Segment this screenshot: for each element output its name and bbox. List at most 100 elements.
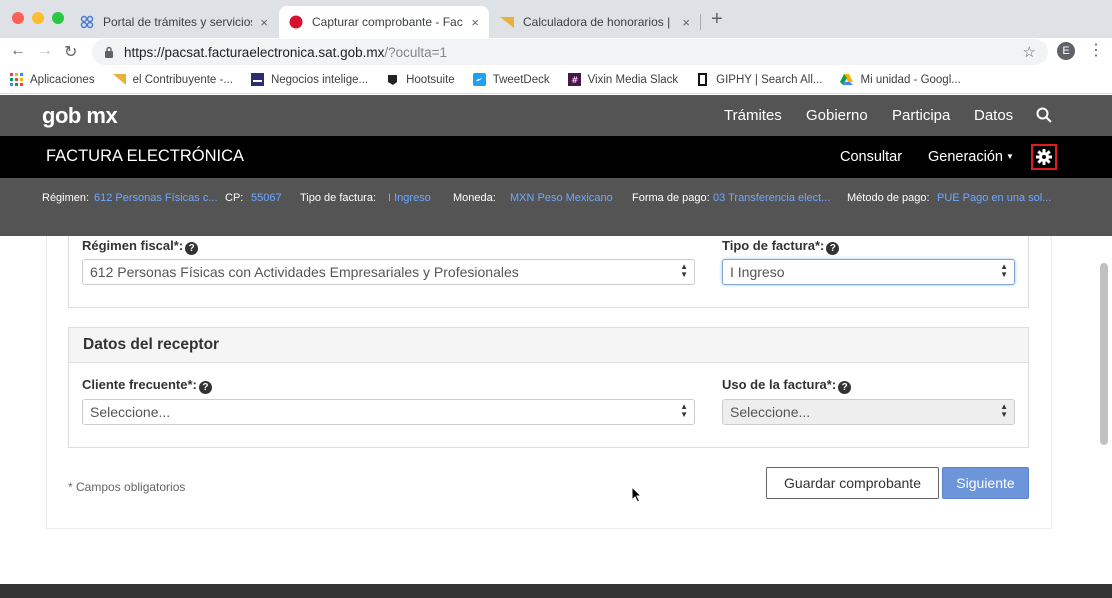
nav-gobierno[interactable]: Gobierno bbox=[806, 107, 868, 124]
slack-icon: # bbox=[567, 73, 581, 86]
tab-close-icon[interactable]: × bbox=[682, 15, 690, 30]
tipo-factura-value: I Ingreso bbox=[388, 192, 431, 204]
regimen-fiscal-label: Régimen fiscal*:? bbox=[82, 238, 199, 255]
regimen-fiscal-value: 612 Personas Físicas con Actividades Emp… bbox=[90, 264, 519, 280]
bookmarks-bar: Aplicaciones el Contribuyente -... Negoc… bbox=[0, 66, 1112, 94]
bookmark-giphy[interactable]: GIPHY | Search All... bbox=[696, 73, 822, 86]
bookmark-tweetdeck[interactable]: TweetDeck bbox=[472, 73, 550, 86]
moneda-label: Moneda: bbox=[453, 192, 496, 204]
google-drive-icon bbox=[840, 74, 854, 85]
page-scrollbar[interactable] bbox=[1100, 263, 1108, 445]
minimize-window-button[interactable] bbox=[32, 12, 44, 24]
close-window-button[interactable] bbox=[12, 12, 24, 24]
sat-red-circle-icon bbox=[289, 15, 303, 29]
gear-icon bbox=[1036, 149, 1052, 165]
profile-avatar[interactable]: E bbox=[1057, 42, 1075, 60]
bookmark-negocios[interactable]: Negocios intelige... bbox=[250, 73, 369, 86]
nav-tramites[interactable]: Trámites bbox=[724, 107, 782, 124]
forward-arrow-icon[interactable]: → bbox=[37, 42, 53, 60]
search-icon[interactable] bbox=[1036, 107, 1052, 123]
nav-consultar[interactable]: Consultar bbox=[840, 149, 902, 165]
cliente-frecuente-select[interactable]: Seleccione... ▲ ▼ bbox=[82, 399, 695, 425]
factura-header: FACTURA ELECTRÓNICA Consultar Generación… bbox=[0, 136, 1112, 178]
tab-portal-tramites[interactable]: Portal de trámites y servicios - × bbox=[70, 6, 278, 38]
apps-grid-icon bbox=[10, 73, 23, 86]
tipo-factura-select-value: I Ingreso bbox=[730, 264, 785, 280]
next-button[interactable]: Siguiente bbox=[942, 467, 1029, 499]
factura-title: FACTURA ELECTRÓNICA bbox=[46, 147, 245, 165]
bookmark-label: GIPHY | Search All... bbox=[716, 73, 823, 86]
regimen-label: Régimen: bbox=[42, 192, 90, 204]
cliente-label-text: Cliente frecuente*: bbox=[82, 377, 197, 392]
tab-close-icon[interactable]: × bbox=[471, 15, 479, 30]
help-icon[interactable]: ? bbox=[185, 242, 199, 255]
giphy-icon bbox=[698, 73, 708, 86]
svg-text:#: # bbox=[571, 76, 579, 86]
metodo-pago-label: Método de pago: bbox=[847, 192, 930, 204]
new-tab-button[interactable]: + bbox=[711, 8, 723, 31]
tipo-factura-select[interactable]: I Ingreso ▲ ▼ bbox=[722, 259, 1015, 285]
bookmark-vixin-slack[interactable]: # Vixin Media Slack bbox=[567, 73, 679, 86]
regimen-value: 612 Personas Físicas c... bbox=[94, 192, 218, 204]
browser-menu-icon[interactable]: ⋮ bbox=[1088, 40, 1104, 60]
invoice-summary-bar: Régimen: 612 Personas Físicas c... CP: 5… bbox=[0, 178, 1112, 236]
uso-factura-value: Seleccione... bbox=[730, 404, 811, 420]
tipo-factura-label: Tipo de factura: bbox=[300, 192, 377, 204]
bookmark-hootsuite[interactable]: Hootsuite bbox=[386, 73, 455, 86]
nav-participa[interactable]: Participa bbox=[892, 107, 950, 124]
help-icon[interactable]: ? bbox=[826, 242, 840, 255]
bookmark-aplicaciones[interactable]: Aplicaciones bbox=[10, 73, 95, 86]
select-arrows-icon: ▲ ▼ bbox=[1000, 262, 1008, 279]
maximize-window-button[interactable] bbox=[52, 12, 64, 24]
tab-capturar-comprobante[interactable]: Capturar comprobante - Factu × bbox=[279, 6, 489, 38]
tab-title: Calculadora de honorarios | el bbox=[523, 15, 675, 29]
metodo-pago-value: PUE Pago en una sol... bbox=[937, 192, 1052, 204]
settings-button[interactable] bbox=[1031, 144, 1057, 170]
receptor-panel: Datos del receptor bbox=[68, 327, 1029, 448]
uso-factura-label: Uso de la factura*:? bbox=[722, 377, 852, 394]
select-arrows-icon: ▲ ▼ bbox=[680, 402, 688, 419]
browser-toolbar: ← → ↻ https://pacsat.facturaelectronica.… bbox=[0, 38, 1112, 66]
tab-title: Capturar comprobante - Factu bbox=[312, 15, 464, 29]
tweetdeck-icon bbox=[472, 73, 486, 86]
tipo-factura-field-label: Tipo de factura*:? bbox=[722, 238, 840, 255]
browser-tab-strip: Portal de trámites y servicios - × Captu… bbox=[0, 0, 1112, 38]
page-footer bbox=[0, 584, 1112, 598]
select-arrows-icon: ▲ ▼ bbox=[680, 262, 688, 279]
bookmark-label: Mi unidad - Googl... bbox=[860, 73, 961, 86]
forma-pago-label: Forma de pago: bbox=[632, 192, 710, 204]
bookmark-mi-unidad[interactable]: Mi unidad - Googl... bbox=[840, 73, 961, 86]
regimen-fiscal-select[interactable]: 612 Personas Físicas con Actividades Emp… bbox=[82, 259, 695, 285]
bookmark-label: Aplicaciones bbox=[30, 73, 95, 86]
bookmark-star-icon[interactable]: ☆ bbox=[1023, 43, 1036, 61]
tipo-factura-label-text: Tipo de factura*: bbox=[722, 238, 825, 253]
tab-calculadora-honorarios[interactable]: Calculadora de honorarios | el × bbox=[490, 6, 700, 38]
help-icon[interactable]: ? bbox=[838, 381, 852, 394]
regimen-fiscal-label-text: Régimen fiscal*: bbox=[82, 238, 184, 253]
nav-datos[interactable]: Datos bbox=[974, 107, 1013, 124]
uso-label-text: Uso de la factura*: bbox=[722, 377, 837, 392]
bookmark-label: Hootsuite bbox=[406, 73, 455, 86]
bookmark-label: TweetDeck bbox=[492, 73, 550, 86]
tab-title: Portal de trámites y servicios - bbox=[103, 15, 253, 29]
address-bar[interactable]: https://pacsat.facturaelectronica.sat.go… bbox=[92, 39, 1048, 65]
nav-generacion[interactable]: Generación ▼ bbox=[928, 149, 1014, 165]
save-invoice-button[interactable]: Guardar comprobante bbox=[766, 467, 939, 499]
tab-close-icon[interactable]: × bbox=[260, 15, 268, 30]
cp-value: 55067 bbox=[251, 192, 282, 204]
uso-factura-select[interactable]: Seleccione... ▲ ▼ bbox=[722, 399, 1015, 425]
help-icon[interactable]: ? bbox=[198, 381, 212, 394]
lock-icon bbox=[105, 46, 113, 58]
gob-logo[interactable]: gob mx bbox=[42, 103, 118, 129]
cliente-frecuente-value: Seleccione... bbox=[90, 404, 171, 420]
bookmark-label: Vixin Media Slack bbox=[587, 73, 679, 86]
url-host: https://pacsat.facturaelectronica.sat.go… bbox=[124, 44, 385, 60]
moneda-value: MXN Peso Mexicano bbox=[510, 192, 613, 204]
bookmark-el-contribuyente[interactable]: el Contribuyente -... bbox=[112, 73, 233, 86]
url-path: /?oculta=1 bbox=[384, 44, 448, 60]
tab-separator bbox=[700, 14, 701, 30]
back-arrow-icon[interactable]: ← bbox=[10, 42, 26, 60]
bookmark-label: Negocios intelige... bbox=[270, 73, 369, 86]
reload-icon[interactable]: ↻ bbox=[64, 42, 77, 62]
contribuyente-icon bbox=[112, 74, 126, 85]
